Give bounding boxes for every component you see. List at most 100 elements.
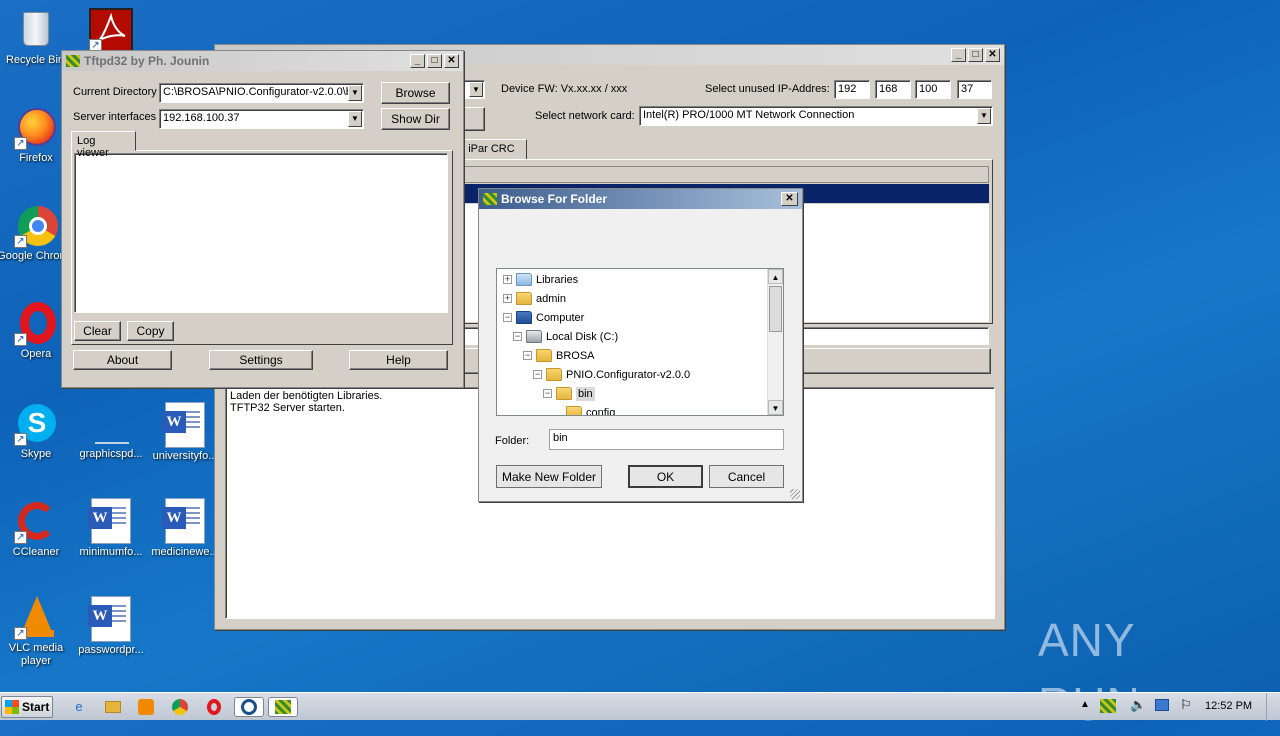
adobe-reader-icon[interactable]: ↗ bbox=[89, 8, 133, 52]
browse-button[interactable]: Browse bbox=[381, 82, 450, 104]
chrome-icon[interactable] bbox=[169, 697, 191, 717]
word-doc-icon: W bbox=[88, 498, 131, 544]
settings-button[interactable]: Settings bbox=[209, 350, 313, 370]
user-folder-icon bbox=[516, 292, 532, 305]
desktop-icon-ccleaner[interactable]: ↗ CCleaner bbox=[0, 500, 75, 559]
tree-item-label: admin bbox=[536, 292, 566, 305]
desktop-icon-minimumfo[interactable]: W minimumfo... bbox=[72, 498, 150, 559]
ip-octet-4[interactable]: 37 bbox=[957, 80, 992, 99]
collapse-icon[interactable]: − bbox=[523, 351, 532, 360]
desktop-icon-label: VLC media player bbox=[8, 642, 64, 667]
tftpd-app-icon bbox=[66, 55, 80, 67]
collapse-icon[interactable]: − bbox=[543, 389, 552, 398]
tree-item-admin[interactable]: + admin bbox=[503, 289, 566, 308]
scroll-up-icon[interactable]: ▲ bbox=[768, 269, 783, 284]
folder-icon bbox=[566, 406, 582, 415]
cancel-button[interactable]: Cancel bbox=[709, 465, 784, 488]
dialog-titlebar[interactable]: Browse For Folder ✕ bbox=[479, 189, 802, 209]
close-button[interactable]: ✕ bbox=[781, 192, 798, 206]
show-hidden-icons-button[interactable]: ▲ bbox=[1080, 699, 1090, 710]
ie-icon[interactable]: e bbox=[68, 697, 90, 717]
log-viewer-panel: Clear Copy bbox=[71, 150, 453, 345]
tree-item-brosa[interactable]: − BROSA bbox=[523, 346, 595, 365]
ip-octet-2[interactable]: 168 bbox=[875, 80, 911, 99]
help-button[interactable]: Help bbox=[349, 350, 448, 370]
tftpd32-window[interactable]: Tftpd32 by Ph. Jounin _ □ ✕ Current Dire… bbox=[61, 50, 464, 388]
tree-item-label: config bbox=[586, 406, 616, 416]
desktop-icon-passwordpr[interactable]: W passwordpr... bbox=[72, 596, 150, 657]
back-action-button[interactable] bbox=[461, 107, 485, 131]
chevron-down-icon: ▼ bbox=[348, 85, 362, 101]
word-doc-icon: W bbox=[88, 596, 131, 642]
folder-input[interactable]: bin bbox=[549, 429, 784, 450]
collapse-icon[interactable]: − bbox=[513, 332, 522, 341]
tftpd-taskbar-button[interactable] bbox=[268, 697, 298, 717]
tree-item-label: Local Disk (C:) bbox=[546, 330, 619, 343]
ok-button[interactable]: OK bbox=[628, 465, 703, 488]
current-dir-combo[interactable]: C:\BROSA\PNIO.Configurator-v2.0.0\b ▼ bbox=[159, 83, 364, 103]
about-button[interactable]: About bbox=[73, 350, 172, 370]
scroll-down-icon[interactable]: ▼ bbox=[768, 400, 783, 415]
network-card-value: Intel(R) PRO/1000 MT Network Connection bbox=[643, 109, 855, 121]
show-dir-button[interactable]: Show Dir bbox=[381, 108, 450, 130]
maximize-button[interactable]: □ bbox=[427, 54, 442, 68]
desktop-icon-skype[interactable]: S ↗ Skype bbox=[0, 402, 75, 461]
desktop-icon-label: passwordpr... bbox=[78, 644, 144, 656]
start-button[interactable]: Start bbox=[1, 696, 53, 718]
media-player-icon[interactable] bbox=[135, 697, 157, 717]
close-button[interactable]: ✕ bbox=[985, 48, 1000, 62]
minimize-button[interactable]: _ bbox=[951, 48, 966, 62]
ip-octet-1[interactable]: 192 bbox=[834, 80, 870, 99]
minimize-button[interactable]: _ bbox=[410, 54, 425, 68]
explorer-folder-icon[interactable] bbox=[102, 697, 124, 717]
recycle-bin-icon bbox=[13, 8, 57, 52]
opera-icon[interactable] bbox=[203, 697, 225, 717]
word-doc-icon: W bbox=[162, 498, 205, 544]
browse-for-folder-dialog[interactable]: Browse For Folder ✕ + Libraries + admin … bbox=[478, 188, 803, 502]
desktop-icon-medicinewe[interactable]: W medicinewe... bbox=[146, 498, 224, 559]
tftpd32-titlebar[interactable]: Tftpd32 by Ph. Jounin _ □ ✕ bbox=[62, 51, 463, 71]
tree-item-libraries[interactable]: + Libraries bbox=[503, 270, 578, 289]
close-button[interactable]: ✕ bbox=[444, 54, 459, 68]
clock[interactable]: 12:52 PM bbox=[1205, 700, 1252, 712]
current-dir-label: Current Directory bbox=[73, 86, 157, 98]
network-icon[interactable] bbox=[1155, 699, 1169, 711]
configurator-taskbar-button[interactable] bbox=[234, 697, 264, 717]
action-center-flag-icon[interactable]: ⚐ bbox=[1180, 697, 1192, 713]
tree-item-local-disk[interactable]: − Local Disk (C:) bbox=[513, 327, 618, 346]
vertical-scrollbar[interactable]: ▲ ▼ bbox=[767, 269, 783, 415]
windows-logo-icon bbox=[5, 700, 19, 714]
volume-icon[interactable]: 🔈 bbox=[1130, 697, 1146, 713]
desktop-icon-universityfo[interactable]: W universityfo... bbox=[146, 402, 224, 463]
tree-item-computer[interactable]: − Computer bbox=[503, 308, 584, 327]
server-interfaces-value: 192.168.100.37 bbox=[163, 112, 240, 124]
folder-tree[interactable]: + Libraries + admin − Computer − Local D… bbox=[496, 268, 784, 416]
collapse-icon[interactable]: − bbox=[503, 313, 512, 322]
expand-icon[interactable]: + bbox=[503, 275, 512, 284]
desktop-icon-graphicspd[interactable]: graphicspd... bbox=[72, 402, 150, 461]
maximize-button[interactable]: □ bbox=[968, 48, 983, 62]
expand-icon[interactable]: + bbox=[503, 294, 512, 303]
tree-item-pnio-configurator[interactable]: − PNIO.Configurator-v2.0.0 bbox=[533, 365, 690, 384]
resize-grip-icon[interactable] bbox=[790, 489, 800, 499]
tftpd-tray-icon[interactable] bbox=[1100, 699, 1116, 713]
log-viewer-list[interactable] bbox=[74, 153, 448, 313]
tab-log-viewer[interactable]: Log viewer bbox=[71, 131, 136, 159]
ip-octet-3[interactable]: 100 bbox=[915, 80, 951, 99]
show-desktop-button[interactable] bbox=[1266, 693, 1280, 721]
copy-button[interactable]: Copy bbox=[127, 321, 174, 341]
tree-item-config[interactable]: config bbox=[566, 403, 616, 416]
tree-item-label: PNIO.Configurator-v2.0.0 bbox=[566, 368, 691, 381]
server-interfaces-combo[interactable]: 192.168.100.37 ▼ bbox=[159, 109, 364, 129]
network-card-combo[interactable]: Intel(R) PRO/1000 MT Network Connection … bbox=[639, 106, 993, 126]
collapse-icon[interactable]: − bbox=[533, 370, 542, 379]
scrollbar-thumb[interactable] bbox=[769, 286, 782, 332]
server-interfaces-label: Server interfaces bbox=[73, 111, 157, 123]
make-new-folder-button[interactable]: Make New Folder bbox=[496, 465, 602, 488]
device-combo[interactable]: ▼ bbox=[461, 80, 485, 99]
desktop-icon-vlc[interactable]: ↗ VLC media player bbox=[0, 596, 75, 668]
clear-button[interactable]: Clear bbox=[74, 321, 121, 341]
tree-item-bin[interactable]: − bin bbox=[543, 384, 595, 403]
drive-icon bbox=[526, 330, 542, 343]
opera-icon: ↗ bbox=[14, 302, 58, 346]
